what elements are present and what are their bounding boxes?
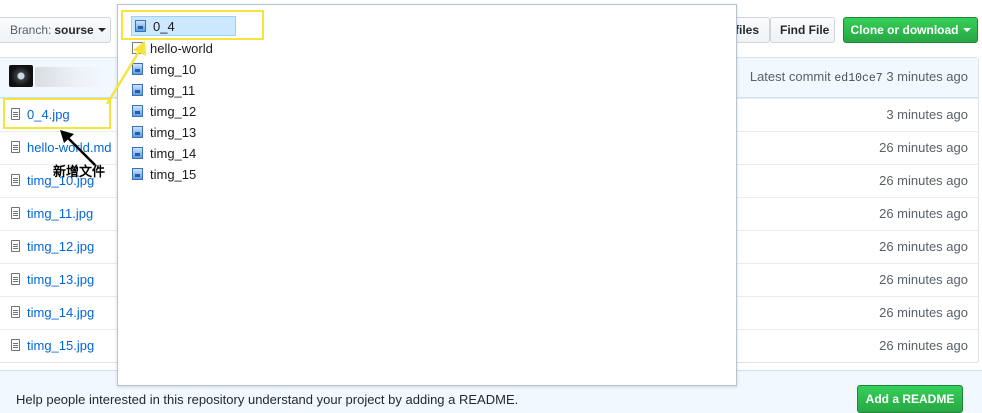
- file-age: 26 minutes ago: [879, 239, 968, 254]
- file-name-link[interactable]: timg_15.jpg: [27, 338, 94, 353]
- file-age: 26 minutes ago: [879, 206, 968, 221]
- file-age: 26 minutes ago: [879, 305, 968, 320]
- picker-item[interactable]: timg_10: [132, 59, 196, 79]
- picker-item[interactable]: timg_12: [132, 101, 196, 121]
- file-icon: [11, 240, 20, 252]
- image-file-icon: [132, 126, 143, 138]
- file-icon: [11, 273, 20, 285]
- file-age: 26 minutes ago: [879, 272, 968, 287]
- file-name-link[interactable]: timg_12.jpg: [27, 239, 94, 254]
- file-name-link[interactable]: timg_14.jpg: [27, 305, 94, 320]
- find-file-label: Find File: [780, 23, 830, 37]
- latest-commit-info: Latest commit ed10ce7 3 minutes ago: [750, 69, 968, 85]
- picker-item-label: timg_13: [150, 124, 197, 140]
- clone-label: Clone or download: [850, 23, 959, 37]
- avatar[interactable]: [9, 65, 33, 87]
- image-file-icon: [132, 105, 143, 117]
- file-age: 3 minutes ago: [886, 107, 968, 122]
- picker-item[interactable]: timg_11: [132, 80, 195, 100]
- picker-item[interactable]: timg_15: [132, 164, 196, 184]
- branch-selector-button[interactable]: Branch: sourse: [0, 17, 111, 43]
- add-readme-button[interactable]: Add a README: [857, 385, 963, 413]
- image-file-icon: [132, 84, 143, 96]
- file-age: 26 minutes ago: [879, 338, 968, 353]
- latest-commit-label: Latest commit: [749, 69, 831, 84]
- picker-item-label: hello-world: [150, 40, 213, 56]
- file-icon: [11, 141, 20, 153]
- file-icon: [11, 174, 20, 186]
- picker-item-label: timg_14: [150, 145, 197, 161]
- picker-item-label: timg_10: [150, 61, 197, 77]
- author-name-redacted: [35, 67, 105, 87]
- local-file-picker: 0_4 hello-world timg_10 timg_11 timg_12 …: [117, 4, 737, 386]
- add-readme-label: Add a README: [865, 392, 955, 406]
- picker-item[interactable]: timg_13: [132, 122, 196, 142]
- file-age: 26 minutes ago: [879, 173, 968, 188]
- file-name-link[interactable]: hello-world.md: [27, 140, 112, 155]
- file-icon: [11, 207, 20, 219]
- picker-item-label: timg_11: [150, 82, 196, 98]
- clone-or-download-button[interactable]: Clone or download: [843, 17, 978, 43]
- chevron-down-icon: [962, 28, 971, 32]
- find-file-button[interactable]: Find File: [770, 17, 835, 43]
- chevron-down-icon: [97, 28, 106, 32]
- file-name-link[interactable]: timg_11.jpg: [27, 206, 93, 221]
- readme-prompt-text: Help people interested in this repositor…: [16, 392, 519, 407]
- branch-label: Branch:: [10, 23, 52, 37]
- image-file-icon: [132, 63, 143, 75]
- file-icon: [11, 306, 20, 318]
- files-label: files: [734, 23, 759, 37]
- new-file-annotation-note: 新增文件: [53, 164, 106, 179]
- image-file-icon: [132, 147, 143, 159]
- picker-item[interactable]: hello-world: [132, 38, 213, 58]
- commit-age: 3 minutes ago: [886, 69, 968, 84]
- file-name-link[interactable]: timg_13.jpg: [27, 272, 94, 287]
- picker-item[interactable]: timg_14: [132, 143, 196, 163]
- file-icon: [11, 339, 20, 351]
- new-file-highlight-box: [3, 98, 111, 129]
- branch-value: sourse: [54, 23, 94, 37]
- picker-highlight-box: [121, 10, 264, 40]
- image-file-icon: [132, 168, 143, 180]
- document-file-icon: [132, 42, 143, 54]
- commit-hash-link[interactable]: ed10ce7: [834, 72, 882, 85]
- picker-item-label: timg_12: [150, 103, 197, 119]
- file-age: 26 minutes ago: [879, 140, 968, 155]
- picker-item-label: timg_15: [150, 166, 197, 182]
